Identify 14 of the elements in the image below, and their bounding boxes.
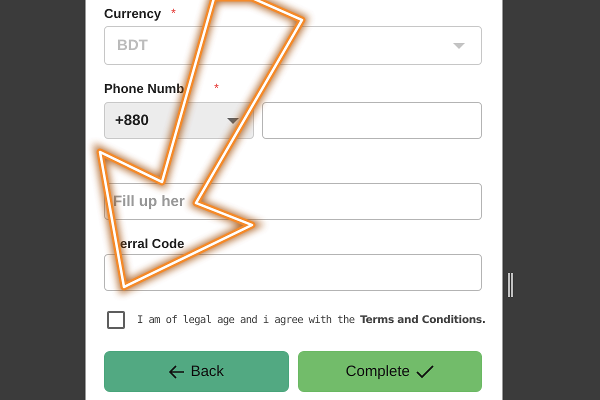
referral-code-input[interactable] [104, 254, 482, 291]
required-mark: * [171, 6, 176, 20]
checkmark-icon [416, 364, 434, 378]
left-arrow-icon [168, 364, 185, 378]
agreement-text: I am of legal age and i agree with the Terms and Conditions. [137, 314, 486, 326]
complete-button[interactable]: Complete [298, 351, 482, 392]
agreement-checkbox[interactable] [107, 311, 125, 329]
referral-code-label: erral Code [120, 236, 184, 251]
currency-label: Currency [104, 6, 162, 21]
required-mark: * [214, 81, 219, 95]
phone-number-label: Phone Numb [104, 81, 184, 96]
back-button[interactable]: Back [104, 351, 288, 392]
resize-handle[interactable] [508, 273, 513, 297]
phone-input[interactable] [262, 102, 482, 139]
